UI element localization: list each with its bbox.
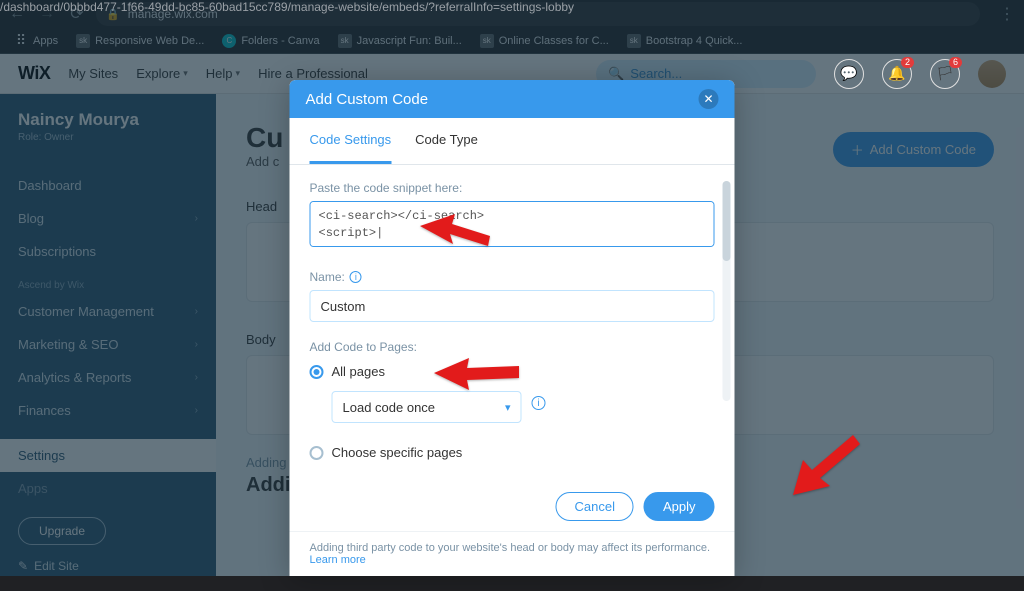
radio-all-pages[interactable]: All pages — [310, 360, 715, 383]
add-custom-code-modal: Add Custom Code ✕ Code Settings Code Typ… — [290, 80, 735, 576]
paste-code-label: Paste the code snippet here: — [310, 181, 715, 195]
radio-on-icon — [310, 365, 324, 379]
info-icon[interactable]: i — [532, 396, 546, 410]
modal-header: Add Custom Code ✕ — [290, 80, 735, 118]
modal-title: Add Custom Code — [306, 91, 429, 108]
load-code-select[interactable]: Load code once ▾ — [332, 391, 522, 423]
tab-code-settings[interactable]: Code Settings — [310, 118, 392, 164]
url-text: manage.wix.com/dashboard/0bbbd477-1f66-4… — [128, 7, 218, 21]
badge: 2 — [901, 57, 914, 68]
chevron-down-icon: ▾ — [505, 401, 511, 414]
inbox-button[interactable]: 💬 — [834, 59, 864, 89]
close-icon[interactable]: ✕ — [699, 89, 719, 109]
modal-footer: Adding third party code to your website'… — [290, 531, 735, 576]
cancel-button[interactable]: Cancel — [556, 492, 634, 521]
code-snippet-textarea[interactable] — [310, 201, 715, 247]
address-bar[interactable]: 🔒 manage.wix.com/dashboard/0bbbd477-1f66… — [96, 2, 980, 26]
modal-actions: Cancel Apply — [290, 482, 735, 531]
notifications-button[interactable]: 🔔2 — [882, 59, 912, 89]
radio-choose-pages[interactable]: Choose specific pages — [310, 441, 715, 464]
radio-off-icon — [310, 446, 324, 460]
name-input[interactable] — [310, 290, 715, 322]
learn-more-link[interactable]: Learn more — [310, 554, 366, 566]
scrollbar-thumb[interactable] — [723, 181, 731, 261]
modal-tabs: Code Settings Code Type — [290, 118, 735, 165]
info-icon[interactable]: i — [350, 271, 362, 283]
add-code-pages-label: Add Code to Pages: — [310, 340, 715, 354]
browser-toolbar: ← → ⟳ 🔒 manage.wix.com/dashboard/0bbbd47… — [0, 0, 1024, 28]
scrollbar[interactable] — [723, 181, 731, 401]
apply-button[interactable]: Apply — [644, 492, 715, 521]
badge: 6 — [949, 57, 962, 68]
name-label: Name:i — [310, 270, 715, 284]
modal-body: Paste the code snippet here: Name:i Add … — [290, 165, 735, 482]
tab-code-type[interactable]: Code Type — [415, 118, 478, 164]
messages-button[interactable]: 🏳6 — [930, 59, 960, 89]
